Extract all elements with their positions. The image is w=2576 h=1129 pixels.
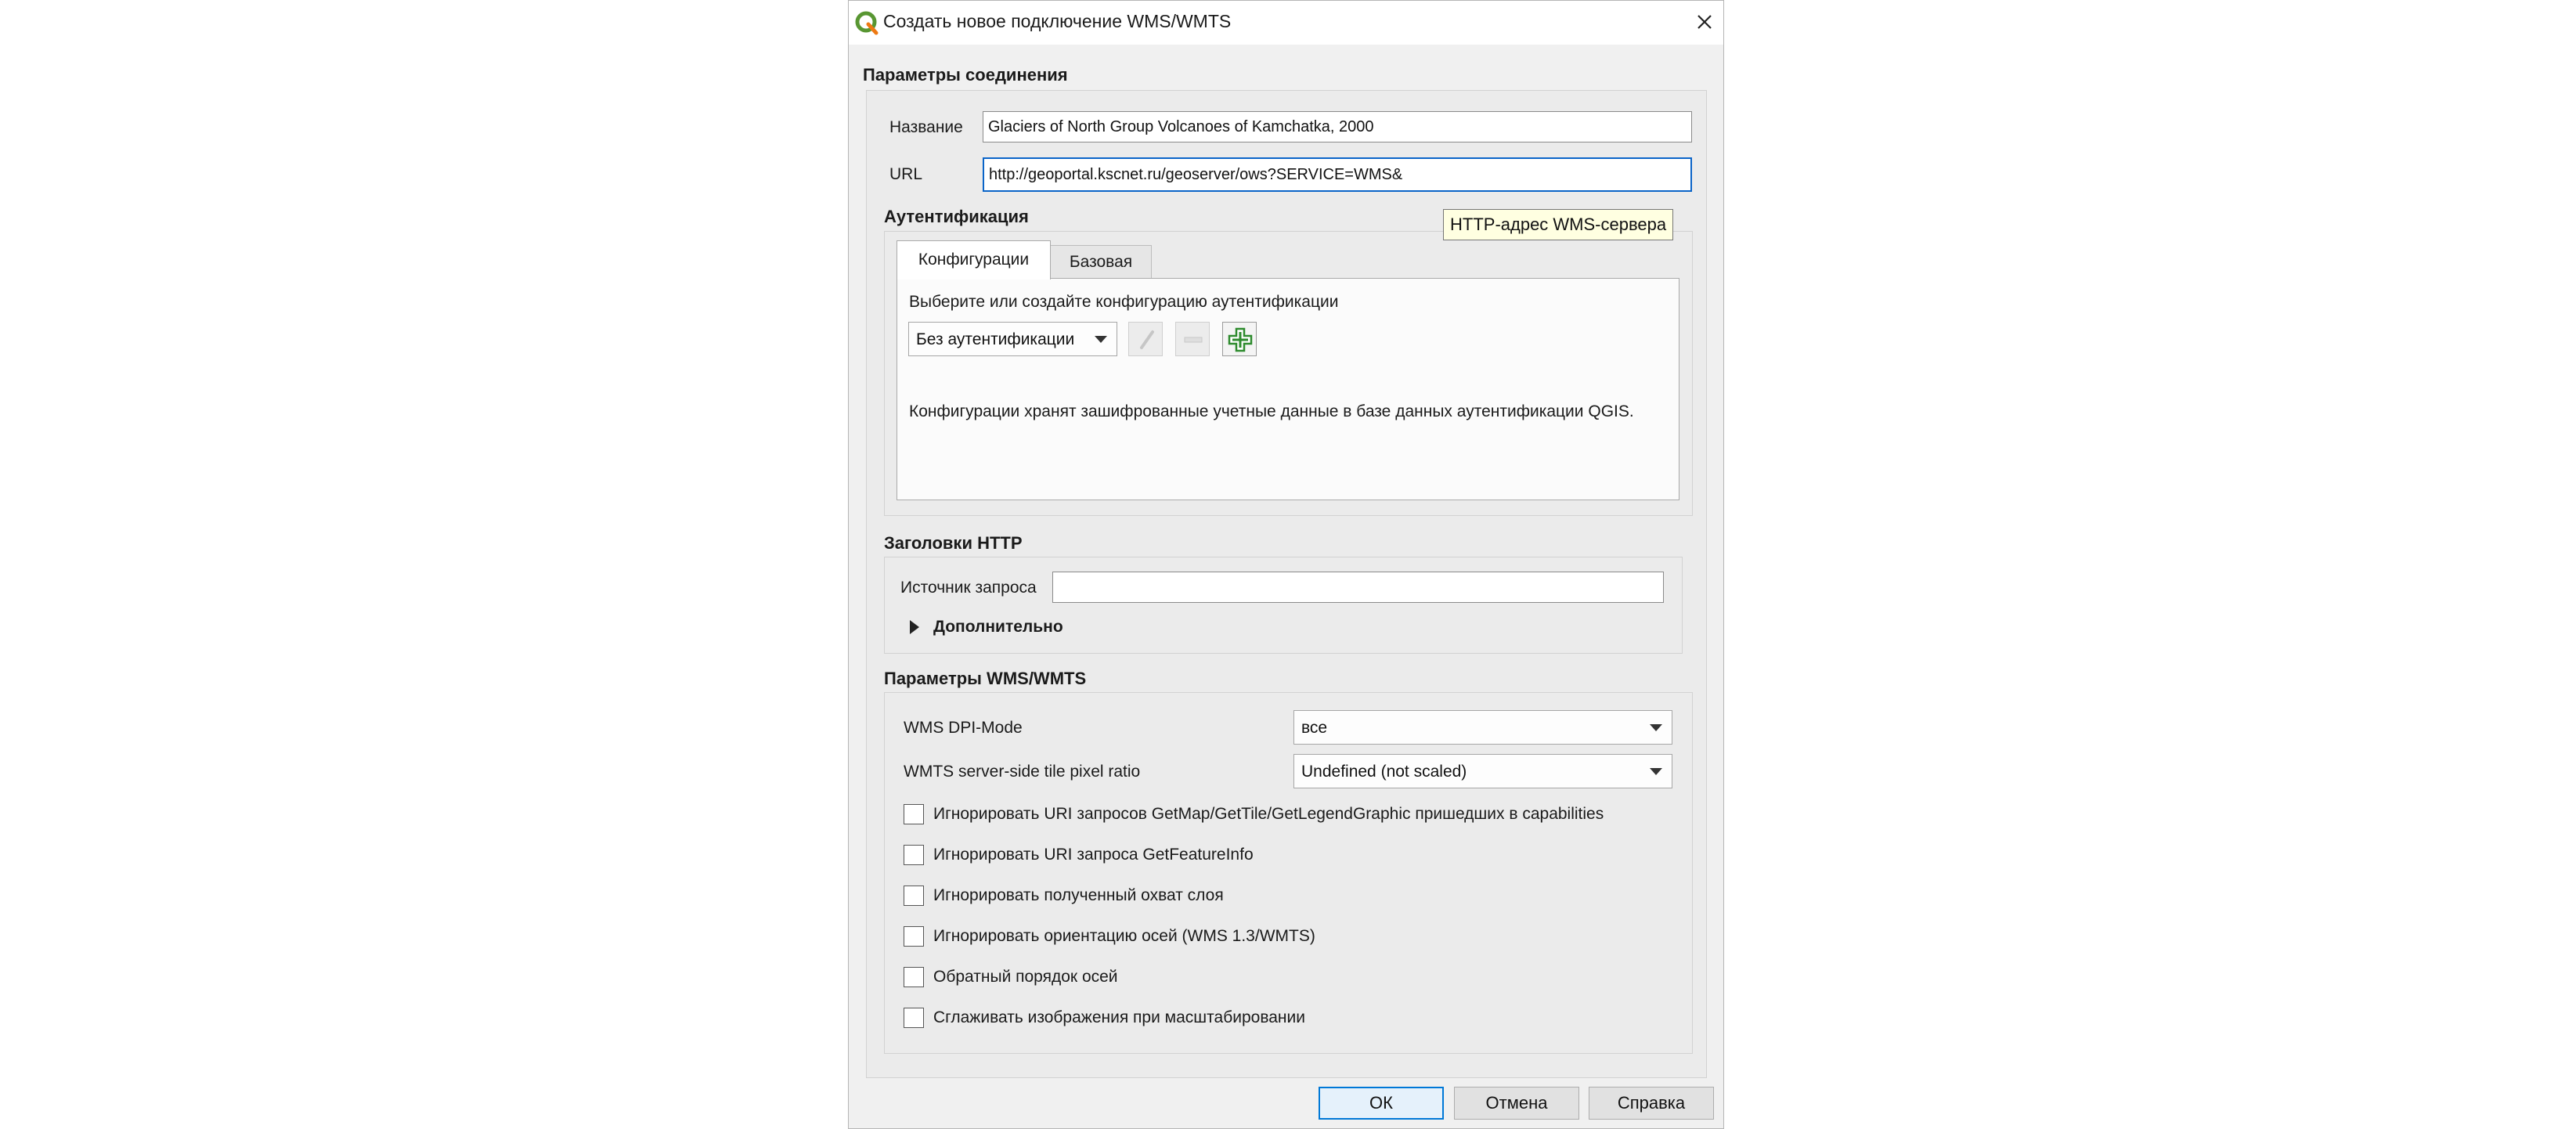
- url-label: URL: [889, 165, 923, 183]
- chevron-down-icon: [1650, 768, 1662, 775]
- wms-group: [884, 692, 1693, 1054]
- referer-input[interactable]: [1052, 572, 1664, 603]
- tile-ratio-combo[interactable]: Undefined (not scaled): [1293, 754, 1672, 788]
- referer-label: Источник запроса: [900, 579, 1037, 597]
- remove-config-button[interactable]: [1175, 322, 1210, 356]
- chevron-down-icon: [1095, 336, 1107, 343]
- close-button[interactable]: [1691, 9, 1718, 35]
- url-tooltip: HTTP-адрес WMS-сервера: [1443, 209, 1674, 240]
- dpi-mode-combo[interactable]: все: [1293, 710, 1672, 745]
- auth-group-title: Аутентификация: [884, 207, 1029, 226]
- smooth-transform-label: Сглаживать изображения при масштабирован…: [933, 1008, 1305, 1026]
- ignore-getmap-uri-checkbox[interactable]: [904, 804, 924, 824]
- close-icon: [1697, 15, 1712, 29]
- ok-button[interactable]: ОК: [1319, 1087, 1444, 1120]
- ignore-axis-orientation-checkbox[interactable]: [904, 926, 924, 947]
- auth-config-combo[interactable]: Без аутентификации: [908, 322, 1117, 356]
- expand-arrow-icon[interactable]: [910, 620, 919, 634]
- qgis-logo-icon: [855, 11, 879, 35]
- dpi-mode-label: WMS DPI-Mode: [904, 719, 1023, 737]
- ignore-extent-checkbox[interactable]: [904, 886, 924, 906]
- remove-minus-icon: [1184, 337, 1203, 343]
- http-group-title: Заголовки HTTP: [884, 533, 1023, 553]
- wms-group-title: Параметры WMS/WMTS: [884, 669, 1087, 688]
- url-input[interactable]: [983, 157, 1692, 192]
- ignore-getfeatureinfo-uri-checkbox[interactable]: [904, 845, 924, 865]
- chevron-down-icon: [1650, 724, 1662, 731]
- ignore-axis-orientation-label: Игнорировать ориентацию осей (WMS 1.3/WM…: [933, 927, 1315, 945]
- cancel-button[interactable]: Отмена: [1454, 1087, 1579, 1120]
- advanced-toggle[interactable]: Дополнительно: [933, 618, 1063, 637]
- help-button[interactable]: Справка: [1589, 1087, 1714, 1120]
- title-bar: Создать новое подключение WMS/WMTS: [849, 1, 1723, 45]
- ignore-getmap-uri-label: Игнорировать URI запросов GetMap/GetTile…: [933, 805, 1604, 823]
- tab-basic[interactable]: Базовая: [1050, 245, 1152, 280]
- add-plus-icon: [1228, 327, 1253, 352]
- edit-config-button[interactable]: [1128, 322, 1163, 356]
- name-input[interactable]: [983, 111, 1692, 142]
- new-wms-connection-dialog: Создать новое подключение WMS/WMTS Парам…: [848, 0, 1724, 1129]
- auth-info-text: Конфигурации хранят зашифрованные учетны…: [909, 402, 1634, 420]
- name-label: Название: [889, 118, 963, 136]
- edit-pencil-icon: [1140, 330, 1154, 349]
- invert-axis-label: Обратный порядок осей: [933, 968, 1118, 986]
- ignore-getfeatureinfo-uri-label: Игнорировать URI запроса GetFeatureInfo: [933, 846, 1254, 864]
- window-title: Создать новое подключение WMS/WMTS: [883, 11, 1232, 31]
- tile-ratio-label: WMTS server-side tile pixel ratio: [904, 763, 1141, 781]
- smooth-transform-checkbox[interactable]: [904, 1008, 924, 1028]
- tab-configurations[interactable]: Конфигурации: [897, 240, 1051, 280]
- ignore-extent-label: Игнорировать полученный охват слоя: [933, 886, 1224, 904]
- auth-select-prompt: Выберите или создайте конфигурацию аутен…: [909, 293, 1339, 311]
- connection-group-title: Параметры соединения: [863, 65, 1068, 85]
- add-config-button[interactable]: [1222, 322, 1257, 356]
- invert-axis-checkbox[interactable]: [904, 967, 924, 987]
